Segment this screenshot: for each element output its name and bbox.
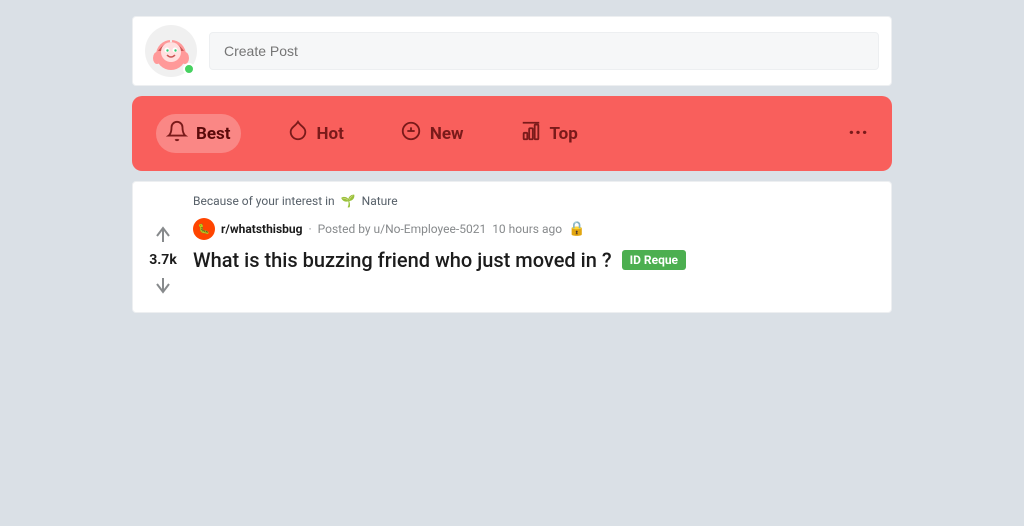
lock-icon: 🔒 xyxy=(568,221,585,237)
sort-bar: Best Hot New xyxy=(132,96,892,171)
sort-hot[interactable]: Hot xyxy=(277,114,354,153)
flair-badge: ID Reque xyxy=(622,250,686,270)
subreddit-name[interactable]: r/whatsthisbug xyxy=(221,222,302,236)
sort-more-button[interactable]: ··· xyxy=(848,121,868,146)
sort-top-label: Top xyxy=(550,124,578,144)
interest-prefix: Because of your interest in xyxy=(193,194,335,208)
dot-sep: · xyxy=(308,222,311,236)
vote-column: 3.7k xyxy=(149,218,177,300)
post-title[interactable]: What is this buzzing friend who just mov… xyxy=(193,248,875,272)
subreddit-icon: 🐛 xyxy=(198,224,210,235)
post-meta: 🐛 r/whatsthisbug · Posted by u/No-Employ… xyxy=(193,218,875,240)
new-icon xyxy=(400,120,422,147)
upvote-button[interactable] xyxy=(149,220,177,248)
vote-count: 3.7k xyxy=(149,252,177,268)
post-content: 🐛 r/whatsthisbug · Posted by u/No-Employ… xyxy=(193,218,875,300)
sort-more-label: ··· xyxy=(848,121,868,146)
time-ago: 10 hours ago xyxy=(492,222,562,236)
sort-best-label: Best xyxy=(196,124,231,144)
sort-hot-label: Hot xyxy=(317,124,344,144)
post-body: 3.7k 🐛 r/whatsthisbug · Posted by u/No-E… xyxy=(149,218,875,300)
avatar-wrapper xyxy=(145,25,197,77)
hot-icon xyxy=(287,120,309,147)
interest-emoji: 🌱 xyxy=(341,194,356,208)
sort-new[interactable]: New xyxy=(390,114,474,153)
subreddit-avatar: 🐛 xyxy=(193,218,215,240)
create-post-bar xyxy=(132,16,892,86)
best-icon xyxy=(166,120,188,147)
top-icon xyxy=(520,120,542,147)
post-card: Because of your interest in 🌱 Nature 3.7… xyxy=(132,181,892,313)
downvote-button[interactable] xyxy=(149,272,177,300)
posted-by: Posted by u/No-Employee-5021 xyxy=(318,222,487,236)
main-container: Best Hot New xyxy=(132,16,892,313)
create-post-input[interactable] xyxy=(209,32,879,70)
post-interest-bar: Because of your interest in 🌱 Nature xyxy=(193,194,875,208)
sort-best[interactable]: Best xyxy=(156,114,241,153)
interest-label: Nature xyxy=(362,194,398,208)
post-title-text: What is this buzzing friend who just mov… xyxy=(193,248,612,272)
sort-new-label: New xyxy=(430,124,464,144)
sort-top[interactable]: Top xyxy=(510,114,588,153)
online-indicator xyxy=(183,63,195,75)
